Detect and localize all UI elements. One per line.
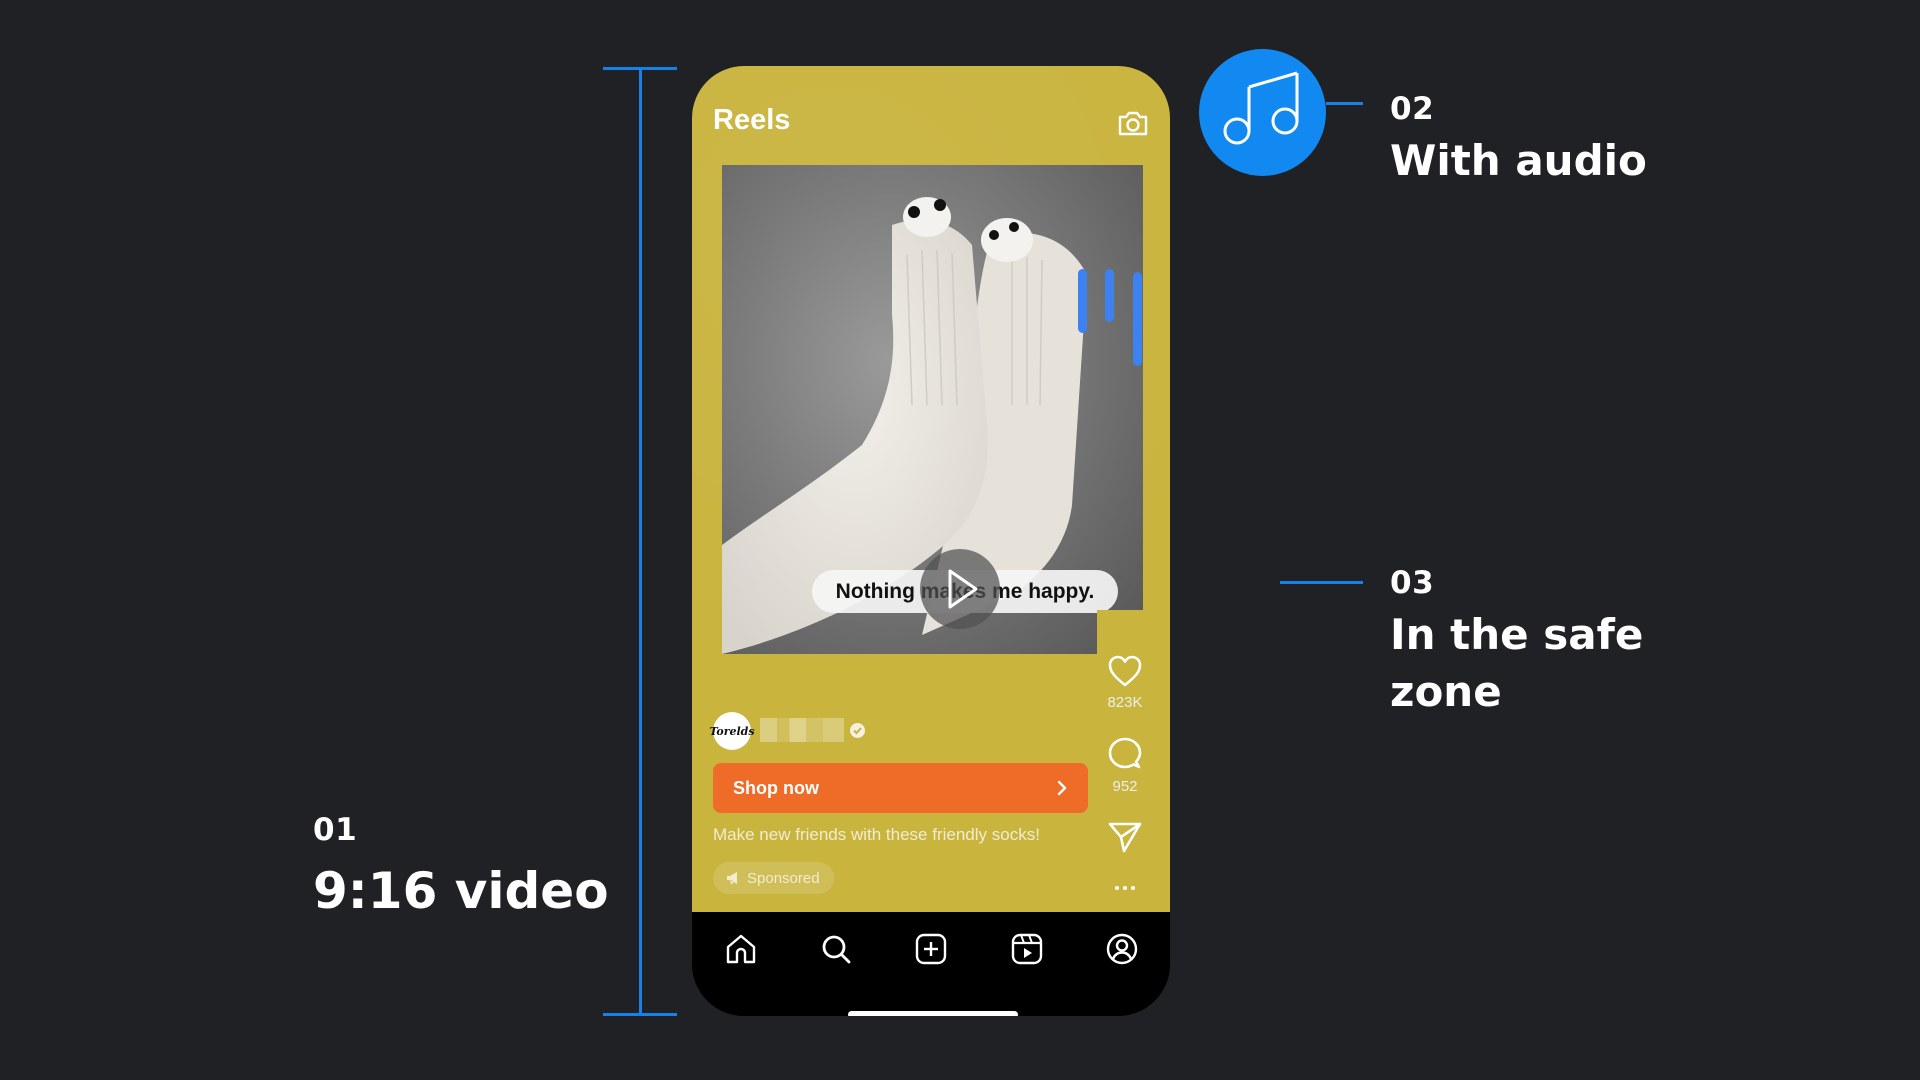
create-icon[interactable] [914, 932, 948, 966]
share-icon [1108, 822, 1142, 853]
bracket-bottom [603, 1013, 677, 1016]
megaphone-icon [727, 872, 737, 884]
reels-screen: Reels Nothing me happy. 823K 952 Torelds… [692, 66, 1170, 912]
profile-icon[interactable] [1105, 932, 1139, 966]
search-icon[interactable] [819, 932, 853, 966]
chevron-right-icon [1057, 780, 1067, 796]
annotation-02-connector [1326, 102, 1363, 105]
reels-icon[interactable] [1010, 932, 1044, 966]
like-count: 823K [1107, 694, 1143, 711]
post-description: Make new friends with these friendly soc… [713, 825, 1040, 844]
annotation-01-title: 9:16 video [313, 862, 609, 920]
checkmark-icon [853, 727, 862, 735]
annotation-03-title-line1: In the safe [1390, 610, 1644, 659]
comment-icon [1108, 737, 1142, 769]
sound-bar-2 [1105, 269, 1114, 322]
phone-mockup: Reels Nothing me happy. 823K 952 Torelds… [692, 66, 1170, 1016]
comment-action[interactable]: 952 [1095, 736, 1155, 795]
sponsored-badge: Sponsored [713, 862, 834, 894]
sound-bar-1 [1078, 269, 1087, 333]
home-indicator[interactable] [848, 1011, 1018, 1016]
home-icon[interactable] [724, 932, 758, 966]
like-action[interactable]: 823K [1095, 654, 1155, 711]
play-icon [948, 569, 978, 609]
camera-icon[interactable] [1116, 106, 1150, 140]
comment-count: 952 [1112, 778, 1138, 795]
shop-now-label: Shop now [733, 777, 819, 798]
sound-bar-3 [1133, 272, 1142, 366]
username-redacted[interactable] [760, 718, 844, 742]
more-action[interactable] [1095, 878, 1155, 897]
shop-now-button[interactable]: Shop now [713, 763, 1088, 813]
annotation-03-title-line2: zone [1390, 667, 1502, 716]
annotation-03-number: 03 [1390, 565, 1435, 601]
music-note-icon [1223, 71, 1299, 145]
verified-badge [850, 723, 865, 738]
bracket-vertical [639, 67, 642, 1015]
annotation-01-number: 01 [313, 812, 358, 848]
annotation-03-connector [1280, 581, 1363, 584]
safe-zone-notch [1097, 610, 1143, 654]
audio-badge [1199, 49, 1326, 176]
play-button[interactable] [920, 549, 1000, 629]
video-player[interactable]: Nothing makes me happy. [722, 165, 1143, 654]
avatar[interactable]: Torelds [709, 712, 755, 750]
share-action[interactable] [1095, 820, 1155, 858]
heart-icon [1108, 655, 1142, 687]
page-title: Reels [713, 104, 791, 136]
more-icon [1115, 886, 1135, 890]
annotation-02-title: With audio [1390, 136, 1647, 185]
sponsored-label: Sponsored [747, 869, 820, 887]
bottom-nav [692, 912, 1170, 1016]
annotation-02-number: 02 [1390, 91, 1435, 127]
